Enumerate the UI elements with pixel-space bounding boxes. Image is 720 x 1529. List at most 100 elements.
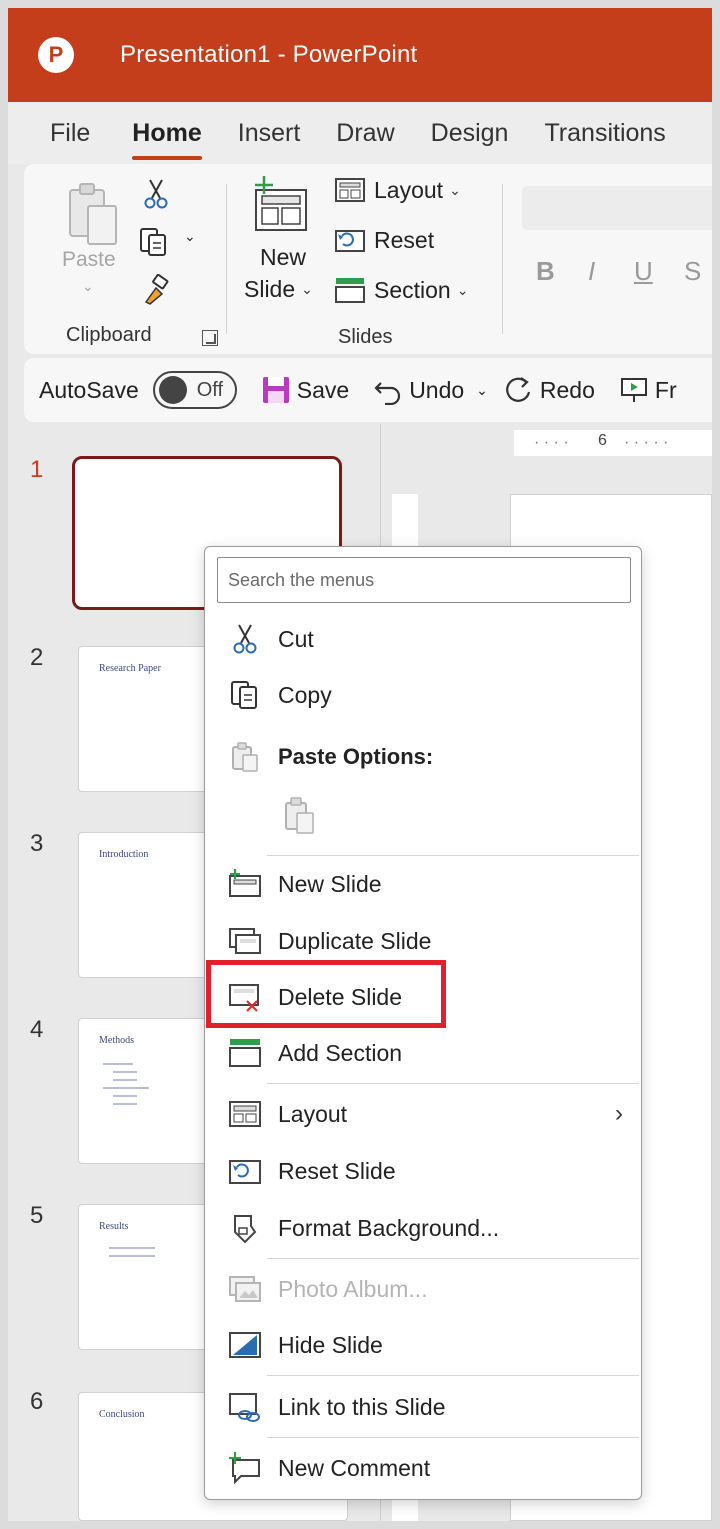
menu-item-label: Duplicate Slide	[278, 927, 432, 954]
copy-chevron-icon[interactable]: ⌄	[184, 228, 196, 245]
menu-search-input[interactable]	[217, 557, 631, 603]
menu-item-hide-slide[interactable]: Hide Slide	[205, 1319, 641, 1371]
tab-insert[interactable]: Insert	[238, 119, 301, 148]
present-label: Fr	[654, 376, 677, 403]
menu-item-layout[interactable]: Layout ›	[205, 1088, 641, 1140]
section-icon	[335, 278, 365, 303]
powerpoint-logo-icon: P	[38, 37, 74, 73]
underline-button[interactable]: U	[634, 256, 653, 287]
undo-chevron-icon[interactable]: ⌄	[476, 382, 488, 399]
thumbnail-text-line	[113, 1095, 137, 1097]
autosave-toggle[interactable]: Off	[152, 371, 237, 409]
section-button[interactable]: Section ⌄	[334, 276, 468, 304]
menu-item-label: Hide Slide	[278, 1331, 383, 1358]
cut-icon[interactable]	[142, 178, 170, 210]
save-button[interactable]: Save	[261, 375, 349, 405]
menu-item-label: Photo Album...	[278, 1275, 428, 1302]
menu-item-label: Format Background...	[278, 1214, 500, 1241]
menu-item-new-comment[interactable]: New Comment	[205, 1442, 641, 1494]
slide-number: 2	[30, 644, 44, 671]
menu-item-label: New Comment	[278, 1454, 431, 1481]
ruler-mark: 6	[598, 432, 607, 449]
redo-label: Redo	[539, 376, 595, 403]
horizontal-ruler: 6 · · · · · · · · ·	[514, 430, 712, 456]
bold-button[interactable]: B	[536, 256, 555, 287]
menu-item-add-section[interactable]: Add Section	[205, 1027, 641, 1079]
tab-design[interactable]: Design	[431, 119, 509, 148]
menu-separator	[267, 1083, 639, 1084]
clipboard-group-label: Clipboard	[66, 324, 152, 346]
chevron-down-icon[interactable]: ⌄	[82, 278, 94, 295]
thumbnail-title: Results	[99, 1221, 129, 1232]
tab-home[interactable]: Home	[132, 119, 203, 160]
menu-item-new-slide[interactable]: New Slide	[205, 858, 641, 910]
reset-icon	[335, 230, 365, 252]
present-button[interactable]: Fr	[619, 375, 677, 405]
paste-icon	[232, 742, 258, 772]
layout-button[interactable]: Layout ⌄	[334, 176, 461, 204]
menu-item-label: Reset Slide	[278, 1157, 396, 1184]
slide-number: 3	[30, 830, 44, 857]
chevron-down-icon: ⌄	[449, 181, 461, 198]
title-bar: P Presentation1 - PowerPoint	[8, 8, 712, 102]
menu-item-reset-slide[interactable]: Reset Slide	[205, 1145, 641, 1197]
thumbnail-title: Conclusion	[99, 1409, 145, 1420]
menu-separator	[267, 1258, 639, 1259]
menu-item-copy[interactable]: Copy	[205, 669, 641, 721]
redo-button[interactable]: Redo	[502, 374, 595, 406]
undo-icon	[374, 382, 401, 405]
menu-item-label: New Slide	[278, 870, 382, 897]
thumbnail-title: Introduction	[99, 849, 149, 860]
ribbon-tabs: File Home Insert Draw Design Transitions	[8, 102, 712, 164]
paste-icon[interactable]	[66, 180, 120, 252]
paste-button-label[interactable]: Paste	[62, 248, 116, 272]
menu-item-paste-options: Paste Options:	[205, 731, 641, 783]
new-slide-label-line1[interactable]: New	[260, 244, 306, 271]
section-label: Section	[374, 276, 451, 303]
new-slide-icon	[229, 869, 261, 897]
tab-transitions[interactable]: Transitions	[544, 119, 665, 148]
quick-access-toolbar: AutoSave Off Save Undo ⌄ Redo Fr	[24, 358, 712, 422]
chevron-right-icon: ›	[615, 1100, 623, 1127]
slides-group-label: Slides	[338, 326, 393, 348]
add-section-icon	[229, 1039, 261, 1067]
thumbnail-title: Methods	[99, 1035, 134, 1046]
ribbon: Paste ⌄ ⌄ Clipboard New Slide ⌄ Layout ⌄…	[24, 164, 712, 354]
reset-button[interactable]: Reset	[334, 226, 434, 254]
menu-item-format-background[interactable]: Format Background...	[205, 1202, 641, 1254]
tab-draw[interactable]: Draw	[336, 119, 394, 148]
menu-item-label: Copy	[278, 681, 332, 708]
undo-button[interactable]: Undo	[373, 375, 464, 405]
slide-number: 1	[30, 456, 44, 483]
duplicate-slide-icon	[229, 928, 261, 954]
toggle-knob	[158, 376, 187, 404]
menu-separator	[267, 1437, 639, 1438]
italic-button[interactable]: I	[588, 256, 595, 287]
menu-separator	[267, 1375, 639, 1376]
tab-file[interactable]: File	[50, 119, 90, 148]
reset-slide-icon	[229, 1160, 261, 1184]
delete-slide-highlight	[206, 960, 446, 1028]
strikethrough-button[interactable]: S	[684, 256, 701, 287]
save-label: Save	[296, 376, 350, 403]
chevron-down-icon: ⌄	[456, 281, 469, 298]
thumbnail-text-line	[113, 1103, 137, 1105]
present-icon	[620, 378, 647, 402]
menu-item-link-slide[interactable]: Link to this Slide	[205, 1381, 641, 1433]
new-slide-label-line2: Slide	[244, 276, 296, 302]
new-slide-icon[interactable]	[250, 176, 310, 236]
menu-item-cut[interactable]: Cut	[205, 613, 641, 665]
copy-icon	[231, 681, 257, 709]
group-divider	[226, 184, 227, 334]
clipboard-dialog-launcher-icon[interactable]	[202, 330, 218, 346]
autosave-label: AutoSave	[39, 376, 139, 403]
thumbnail-text-line	[109, 1255, 155, 1257]
format-painter-icon[interactable]	[140, 274, 172, 306]
copy-icon[interactable]	[138, 226, 172, 258]
font-name-box[interactable]	[522, 186, 712, 230]
save-icon	[262, 377, 289, 403]
hide-slide-icon	[229, 1332, 261, 1358]
new-slide-button[interactable]: Slide ⌄	[244, 276, 313, 303]
paste-keep-formatting-icon[interactable]	[281, 795, 319, 835]
menu-item-label: Link to this Slide	[278, 1393, 446, 1420]
